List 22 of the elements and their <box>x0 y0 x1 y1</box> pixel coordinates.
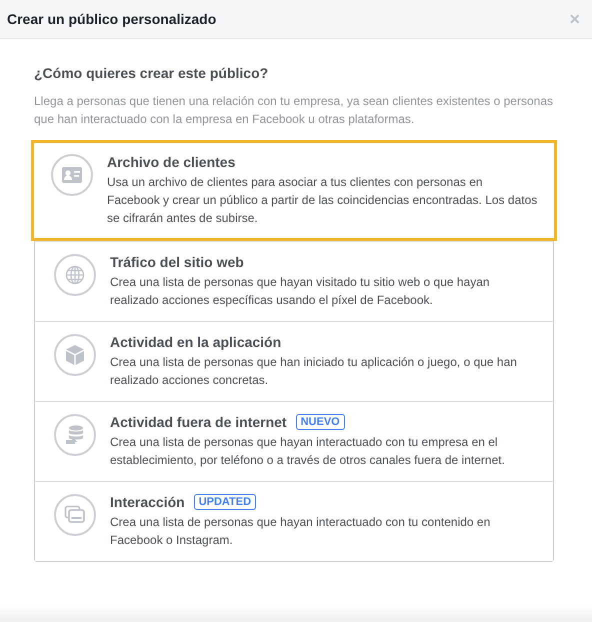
contact-card-icon <box>61 166 83 184</box>
database-sync-icon <box>64 424 86 446</box>
option-title: Actividad en la aplicación <box>110 334 282 350</box>
option-description: Crea una lista de personas que han iniciado tu aplicación o juego, o que han realizado acciones concretas. <box>110 354 518 389</box>
option-description: Crea una lista de personas que hayan interactuado con tu contenido en Facebook o Instagram. <box>110 514 492 549</box>
option-title: Archivo de clientes <box>107 154 236 170</box>
globe-icon <box>65 265 85 285</box>
section-heading: ¿Cómo quieres crear este público? <box>34 65 270 81</box>
status-badge: NUEVO <box>296 414 345 430</box>
stacked-cards-icon <box>64 505 86 525</box>
option-title: Actividad fuera de internet <box>110 414 287 430</box>
dialog-title: Crear un público personalizado <box>7 11 216 27</box>
option-description: Crea una lista de personas que hayan interactuado con tu empresa en el establecimiento, por teléfono o a través de otros canales fuera de internet. <box>110 434 506 469</box>
intro-text: Llega a personas que tienen una relación con tu empresa, ya sean clientes existentes o personas que han interactuado con la empresa en Facebook u otras plataformas. <box>34 93 554 128</box>
audience-option[interactable] <box>31 140 557 241</box>
option-title: Tráfico del sitio web <box>110 254 244 270</box>
option-title: Interacción <box>110 494 185 510</box>
option-description: Usa un archivo de clientes para asociar a tus clientes con personas en Facebook y crear un público a partir de las coincidencias encontradas. Los datos se cifrarán antes de subirse. <box>107 174 538 227</box>
option-description: Crea una lista de personas que hayan visitado tu sitio web o que hayan realizado acciones específicas usando el píxel de Facebook. <box>110 274 491 309</box>
cube-icon <box>65 344 85 366</box>
status-badge: UPDATED <box>194 494 256 510</box>
audience-option[interactable]: Interacción UPDATED Crea una lista de personas que hayan interactuado con tu contenido en Facebook o Instagram. <box>35 481 553 561</box>
